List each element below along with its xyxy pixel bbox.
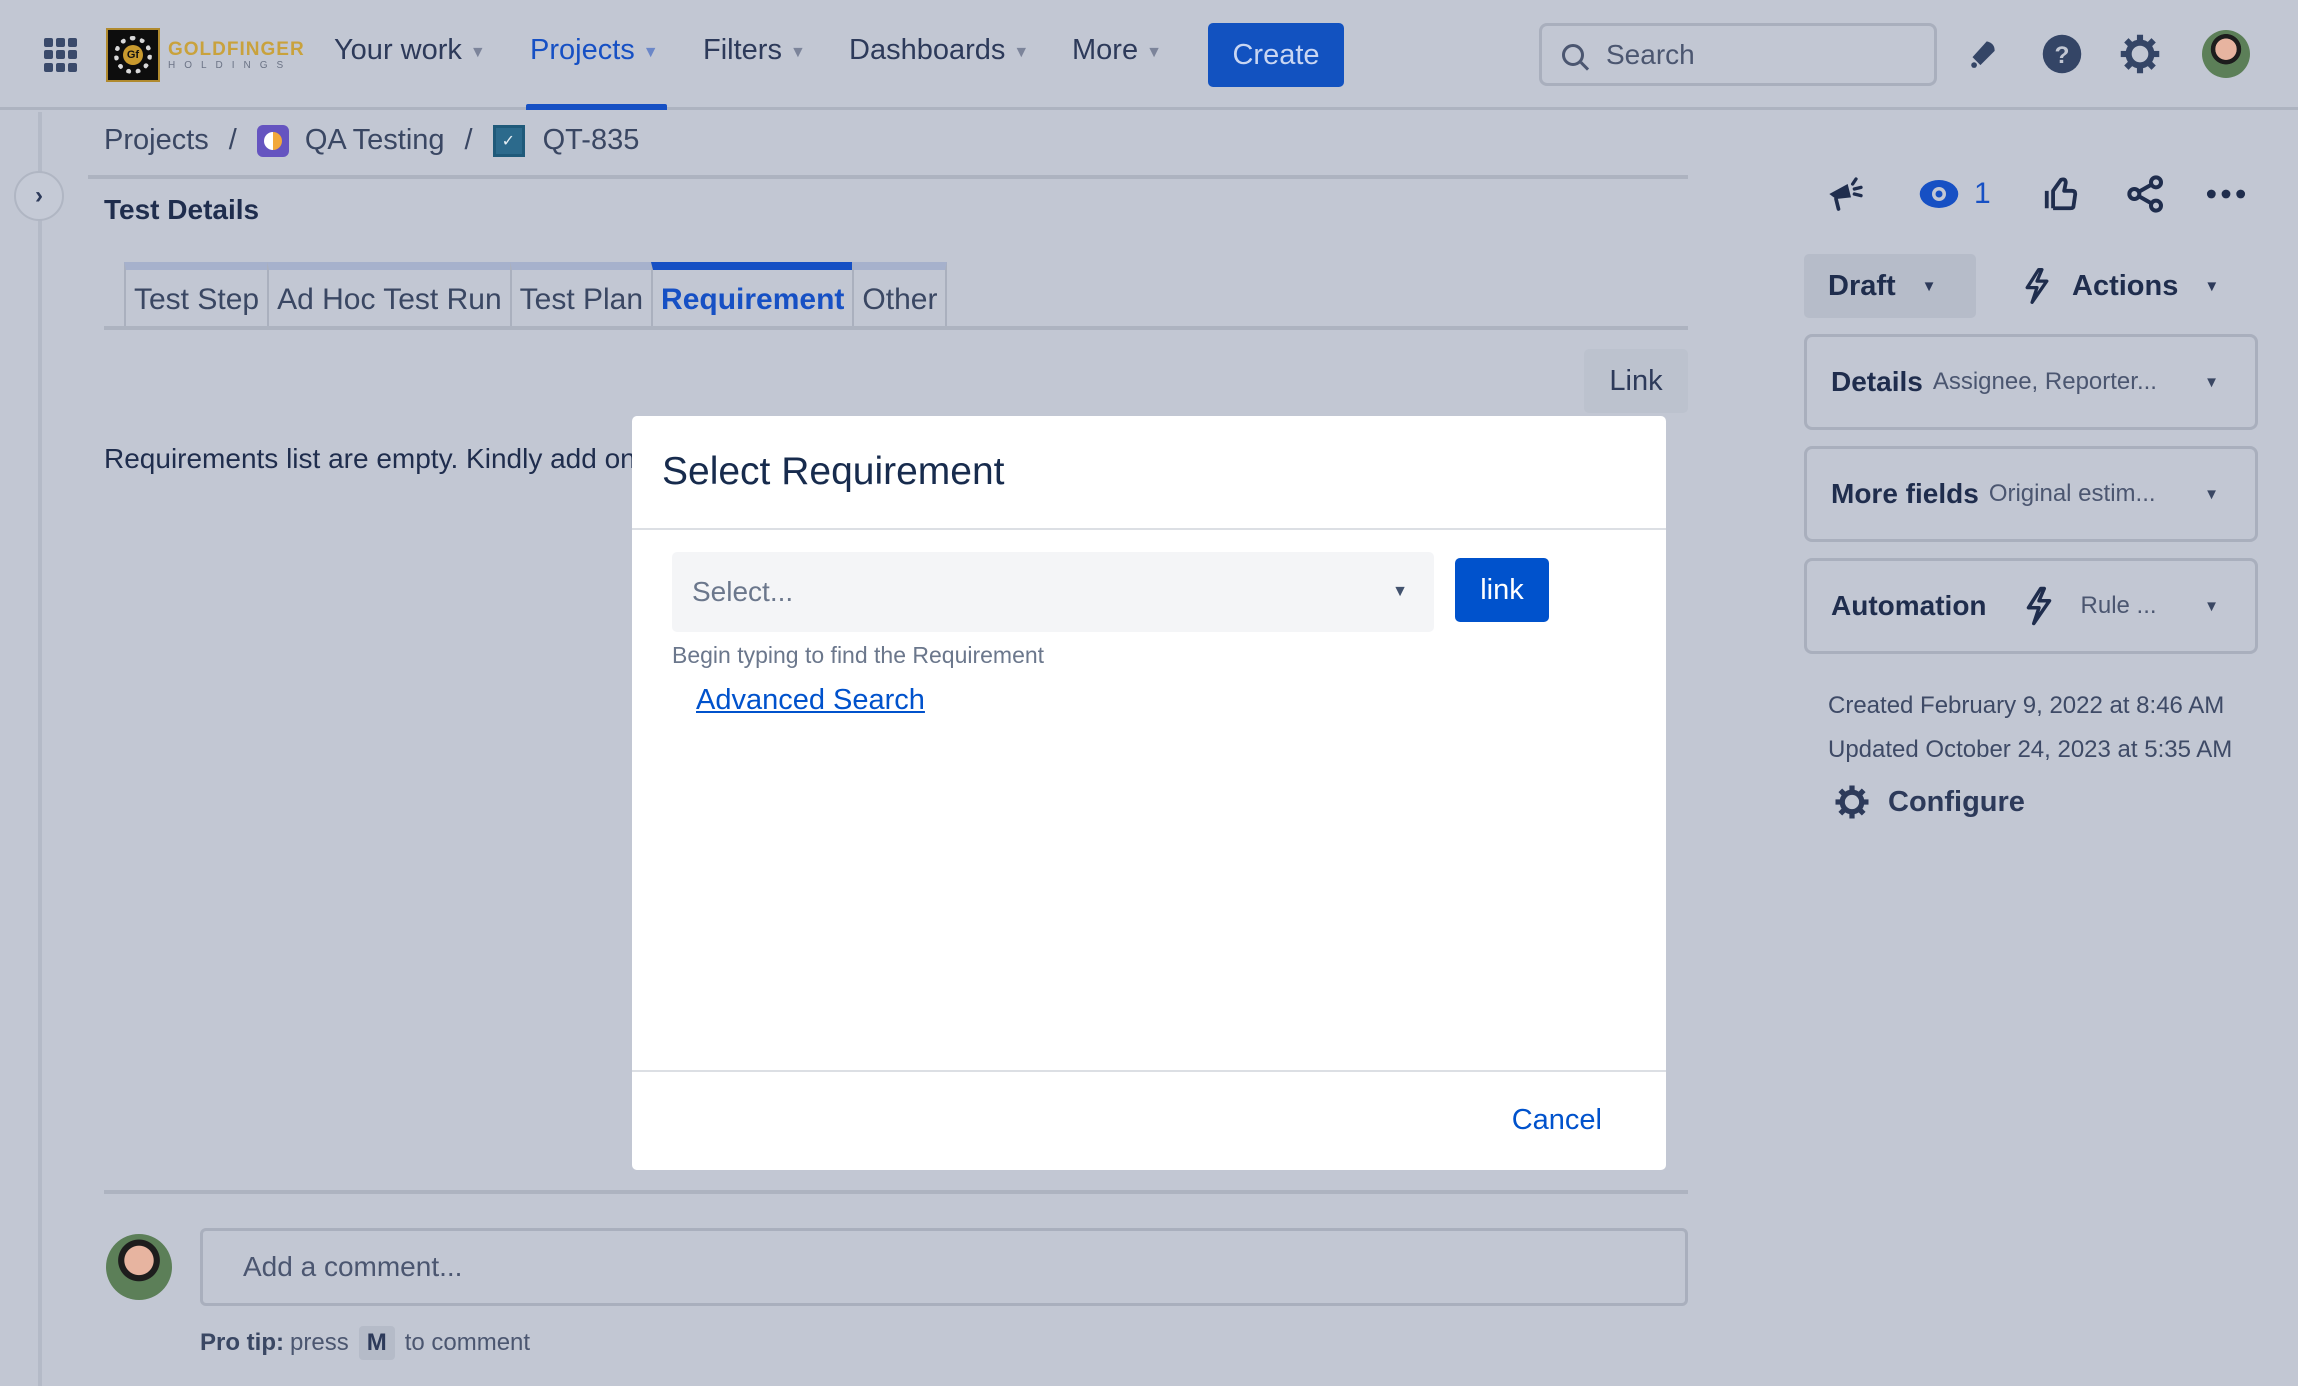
lightning-icon <box>2025 268 2049 304</box>
project-avatar-icon <box>256 124 289 157</box>
chevron-down-icon: ▼ <box>642 43 659 61</box>
chevron-down-icon: ▼ <box>789 43 806 61</box>
more-options-icon[interactable] <box>2206 172 2246 216</box>
chevron-down-icon: ▼ <box>469 43 486 61</box>
share-icon[interactable] <box>2126 172 2166 216</box>
tab-ad-hoc-test-run[interactable]: Ad Hoc Test Run <box>267 262 512 330</box>
automation-panel[interactable]: Automation Rule ... ▼ <box>1804 558 2258 654</box>
empty-requirements-message: Requirements list are empty. Kindly add … <box>104 443 636 474</box>
created-date: Created February 9, 2022 at 8:46 AM <box>1828 692 2225 719</box>
search-icon <box>1562 43 1584 66</box>
tab-test-step[interactable]: Test Step <box>124 262 270 330</box>
tabs-divider <box>104 326 1688 330</box>
chevron-down-icon: ▼ <box>1392 583 1408 600</box>
nav-dashboards[interactable]: Dashboards ▼ <box>849 34 1029 67</box>
details-panel[interactable]: Details Assignee, Reporter... ▼ <box>1804 334 2258 430</box>
eye-icon <box>1919 180 1959 208</box>
breadcrumb: Projects / QA Testing / QT-835 <box>104 124 639 157</box>
chevron-down-icon: ▼ <box>2204 277 2220 295</box>
chevron-down-icon: ▼ <box>1146 43 1162 61</box>
nav-filters[interactable]: Filters ▼ <box>703 34 806 67</box>
breadcrumb-issue-key[interactable]: QT-835 <box>543 124 640 157</box>
divider <box>88 175 1688 179</box>
section-title: Test Details <box>104 194 260 225</box>
nav-more[interactable]: More ▼ <box>1072 34 1162 67</box>
divider <box>104 1190 1688 1194</box>
lightning-icon <box>2026 586 2051 626</box>
commenter-avatar <box>106 1234 172 1300</box>
test-details-tabs: Test Step Ad Hoc Test Run Test Plan Requ… <box>124 262 948 330</box>
expand-sidebar-button[interactable]: › <box>14 171 64 221</box>
brand-name: GOLDFINGER <box>168 38 305 60</box>
notifications-bell-icon[interactable] <box>1960 32 2004 76</box>
configure-button[interactable]: Configure <box>1834 784 2025 820</box>
link-button[interactable]: link <box>1455 558 1549 622</box>
chevron-down-icon: ▼ <box>1013 43 1030 61</box>
select-hint: Begin typing to find the Requirement <box>672 642 1045 668</box>
tab-other[interactable]: Other <box>852 262 948 330</box>
advanced-search-link[interactable]: Advanced Search <box>696 684 925 717</box>
comment-input[interactable]: Add a comment... <box>200 1228 1688 1306</box>
watch-button[interactable]: 1 <box>1918 172 1991 216</box>
cancel-button[interactable]: Cancel <box>1512 1104 1602 1137</box>
tab-test-plan[interactable]: Test Plan <box>509 262 654 330</box>
actions-dropdown[interactable]: Actions ▼ <box>2022 254 2219 318</box>
nav-your-work[interactable]: Your work ▼ <box>334 34 486 67</box>
chevron-down-icon: ▼ <box>2204 485 2219 503</box>
test-issue-type-icon <box>492 124 525 157</box>
svg-text:?: ? <box>2055 42 2070 69</box>
more-fields-panel[interactable]: More fields Original estim... ▼ <box>1804 446 2258 542</box>
brand-logo[interactable]: Gf GOLDFINGER HOLDINGS <box>106 28 305 82</box>
select-requirement-dialog: Select Requirement Select... ▼ link Begi… <box>632 416 1666 1170</box>
dialog-title: Select Requirement <box>662 450 1005 493</box>
requirement-select[interactable]: Select... ▼ <box>672 552 1434 632</box>
logo-mark-icon: Gf <box>106 28 160 82</box>
app-switcher-icon[interactable] <box>44 38 78 72</box>
like-thumbs-up-icon[interactable] <box>2042 172 2080 216</box>
updated-date: Updated October 24, 2023 at 5:35 AM <box>1828 736 2233 763</box>
settings-gear-icon[interactable] <box>2118 32 2162 76</box>
nav-projects[interactable]: Projects ▼ <box>530 34 659 67</box>
tab-requirement[interactable]: Requirement <box>651 262 855 330</box>
watch-count: 1 <box>1974 177 1991 210</box>
breadcrumb-projects[interactable]: Projects <box>104 124 209 157</box>
sidebar-divider <box>38 112 42 1386</box>
gear-icon <box>1835 785 1869 819</box>
brand-subtitle: HOLDINGS <box>168 59 293 71</box>
chevron-down-icon: ▼ <box>2204 597 2219 615</box>
create-button[interactable]: Create <box>1208 23 1344 87</box>
divider <box>632 528 1666 530</box>
search-input[interactable]: Search <box>1539 23 1937 86</box>
keyboard-shortcut-key: M <box>358 1326 395 1360</box>
status-dropdown[interactable]: Draft ▼ <box>1804 254 1976 318</box>
chevron-right-icon: › <box>35 182 43 209</box>
user-avatar[interactable] <box>2202 30 2250 78</box>
chevron-down-icon: ▼ <box>1921 277 1937 295</box>
feedback-megaphone-icon[interactable] <box>1826 172 1866 216</box>
active-nav-indicator <box>526 104 667 110</box>
chevron-down-icon: ▼ <box>2204 373 2219 391</box>
breadcrumb-project[interactable]: QA Testing <box>305 124 445 157</box>
top-navigation: Gf GOLDFINGER HOLDINGS Your work ▼ Projec… <box>0 0 2298 110</box>
link-requirement-button[interactable]: Link <box>1584 349 1688 413</box>
divider <box>632 1070 1666 1072</box>
help-icon[interactable]: ? <box>2040 32 2084 76</box>
pro-tip: Pro tip: press M to comment <box>200 1326 530 1360</box>
search-placeholder: Search <box>1606 38 1695 70</box>
